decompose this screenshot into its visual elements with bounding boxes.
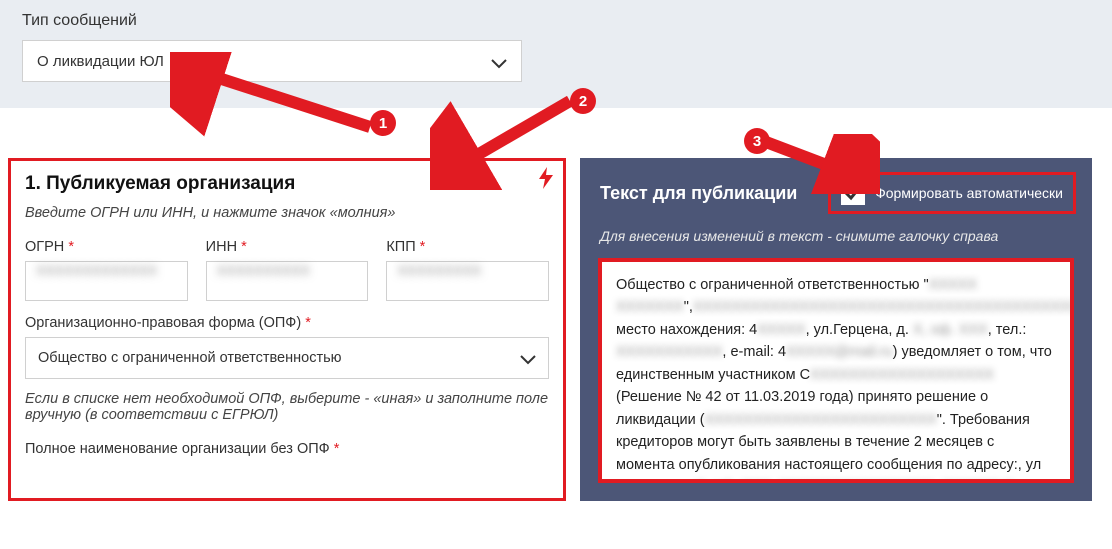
publishing-org-panel: 1. Публикуемая организация Введите ОГРН … [8, 158, 566, 501]
message-type-value: О ликвидации ЮЛ [37, 53, 164, 70]
chevron-down-icon [520, 353, 536, 363]
badge-1: 1 [370, 110, 396, 136]
chevron-down-icon [491, 56, 507, 66]
opf-hint: Если в списке нет необходимой ОПФ, выбер… [25, 391, 549, 423]
panel-hint: Введите ОГРН или ИНН, и нажмите значок «… [25, 205, 549, 221]
ogrn-label: ОГРН * [25, 239, 188, 255]
kpp-input[interactable]: XXXXXXXXX [386, 261, 549, 301]
inn-field: ИНН * XXXXXXXXXX [206, 239, 369, 301]
right-subtitle: Для внесения изменений в текст - снимите… [580, 220, 1092, 258]
fullname-label: Полное наименование организации без ОПФ … [25, 441, 549, 457]
opf-label: Организационно-правовая форма (ОПФ) * [25, 315, 549, 331]
id-fields-row: ОГРН * XXXXXXXXXXXXX ИНН * XXXXXXXXXX КП… [25, 239, 549, 301]
ogrn-input[interactable]: XXXXXXXXXXXXX [25, 261, 188, 301]
publication-text-panel: Текст для публикации Формировать автомат… [580, 158, 1092, 501]
arrow-3 [760, 134, 880, 194]
publication-textarea[interactable]: Общество с ограниченной ответственностью… [598, 258, 1074, 483]
opf-select[interactable]: Общество с ограниченной ответственностью [25, 337, 549, 379]
inn-label: ИНН * [206, 239, 369, 255]
ogrn-field: ОГРН * XXXXXXXXXXXXX [25, 239, 188, 301]
kpp-label: КПП * [386, 239, 549, 255]
opf-value: Общество с ограниченной ответственностью [38, 350, 342, 366]
lower-container: 1. Публикуемая организация Введите ОГРН … [0, 158, 1112, 501]
auto-generate-label: Формировать автоматически [875, 185, 1063, 201]
arrow-1 [170, 52, 400, 144]
inn-input[interactable]: XXXXXXXXXX [206, 261, 369, 301]
kpp-field: КПП * XXXXXXXXX [386, 239, 549, 301]
message-type-label: Тип сообщений [22, 12, 1090, 30]
top-bar: Тип сообщений О ликвидации ЮЛ [0, 0, 1112, 108]
badge-2: 2 [570, 88, 596, 114]
badge-3: 3 [744, 128, 770, 154]
